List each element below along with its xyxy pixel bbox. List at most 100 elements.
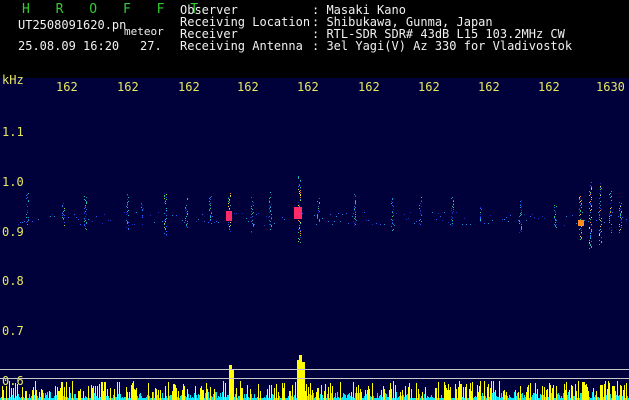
carrier-noise (204, 221, 205, 222)
meteor-ping (271, 218, 272, 219)
meteor-ping (590, 203, 591, 204)
detector-bar (546, 390, 547, 400)
detector-bar (595, 395, 596, 400)
detector-bar (427, 396, 428, 400)
detector-bar (135, 390, 136, 400)
detector-bar (110, 388, 111, 400)
detector-bar (147, 395, 148, 400)
detector-bar (522, 393, 523, 400)
meteor-ping (581, 200, 582, 201)
meteor-ping (590, 233, 591, 234)
meteor-ping (621, 225, 622, 226)
meteor-ping (26, 195, 27, 196)
carrier-noise (54, 216, 55, 217)
carrier-noise (432, 212, 433, 213)
meteor-ping (420, 224, 421, 225)
meteor-ping (229, 228, 230, 229)
detector-bar (369, 389, 370, 400)
detector-bar (330, 383, 331, 400)
detector-bar (621, 386, 622, 400)
hot-spot (294, 207, 302, 219)
meteor-ping (620, 205, 621, 206)
detector-bar (421, 396, 422, 400)
meteor-ping (611, 232, 612, 233)
carrier-noise (110, 220, 111, 221)
detector-bar (105, 382, 106, 400)
meteor-ping (270, 192, 271, 193)
detector-bar (325, 384, 326, 400)
detector-bar (623, 390, 624, 400)
meteor-ping (27, 206, 28, 207)
spectrogram (0, 176, 629, 400)
meteor-ping (600, 205, 601, 206)
carrier-noise (406, 219, 407, 220)
meteor-ping (187, 227, 188, 228)
meteor-ping (521, 228, 522, 229)
detector-bar (153, 392, 154, 400)
meteor-ping (579, 197, 580, 198)
meteor-ping (186, 224, 187, 225)
meteor-ping (28, 193, 29, 194)
meteor-ping (591, 197, 592, 198)
meteor-ping (229, 227, 230, 228)
detector-bar (308, 387, 309, 400)
meteor-ping (579, 229, 580, 230)
detector-bar (168, 382, 169, 400)
detector-bar (348, 394, 349, 400)
detector-bar (140, 393, 141, 400)
carrier-noise (208, 222, 209, 223)
meteor-ping (620, 215, 621, 216)
meteor-ping (355, 211, 356, 212)
meteor-ping (591, 217, 592, 218)
meteor-ping (520, 215, 521, 216)
detector-spike (612, 386, 615, 400)
carrier-noise (176, 215, 177, 216)
detector-bar (466, 384, 467, 400)
meteor-ping (228, 206, 229, 207)
meteor-ping (580, 219, 581, 220)
meteor-ping (252, 209, 253, 210)
meteor-ping (142, 210, 143, 211)
detector-bar (556, 386, 557, 400)
detector-bar (340, 382, 341, 400)
detector-bar (78, 391, 79, 400)
detector-bar (155, 388, 156, 400)
detector-bar (188, 394, 189, 400)
meteor-ping (601, 241, 602, 242)
carrier-noise (76, 217, 77, 218)
detector-bar (367, 390, 368, 400)
detector-bar (482, 393, 483, 400)
meteor-ping (127, 203, 128, 204)
detector-bar (416, 383, 417, 400)
meteor-ping (251, 211, 252, 212)
meteor-ping (62, 217, 63, 218)
detector-bar (113, 395, 114, 400)
detector-bar (578, 381, 579, 400)
meteor-ping (579, 212, 580, 213)
meteor-ping (590, 212, 591, 213)
meteor-ping (269, 208, 270, 209)
meteor-ping (27, 212, 28, 213)
meteor-ping (591, 187, 592, 188)
detector-bar (385, 393, 386, 400)
meteor-ping (589, 228, 590, 229)
meteor-ping (27, 194, 28, 195)
meteor-ping (127, 205, 128, 206)
meteor-ping (519, 216, 520, 217)
detector-bar (618, 396, 619, 400)
meteor-ping (298, 220, 299, 221)
detector-bar (25, 391, 26, 400)
meteor-ping (299, 239, 300, 240)
detector-bar (368, 386, 369, 400)
meteor-ping (86, 223, 87, 224)
detector-bar (63, 396, 64, 400)
meteor-ping (420, 219, 421, 220)
spectrogram-marks (0, 176, 629, 400)
detector-bar (572, 386, 573, 400)
detector-bar (292, 385, 293, 400)
meteor-ping (591, 206, 592, 207)
detector-bar (46, 395, 47, 400)
meteor-ping (252, 216, 253, 217)
carrier-noise (466, 224, 467, 225)
meteor-ping (600, 232, 601, 233)
